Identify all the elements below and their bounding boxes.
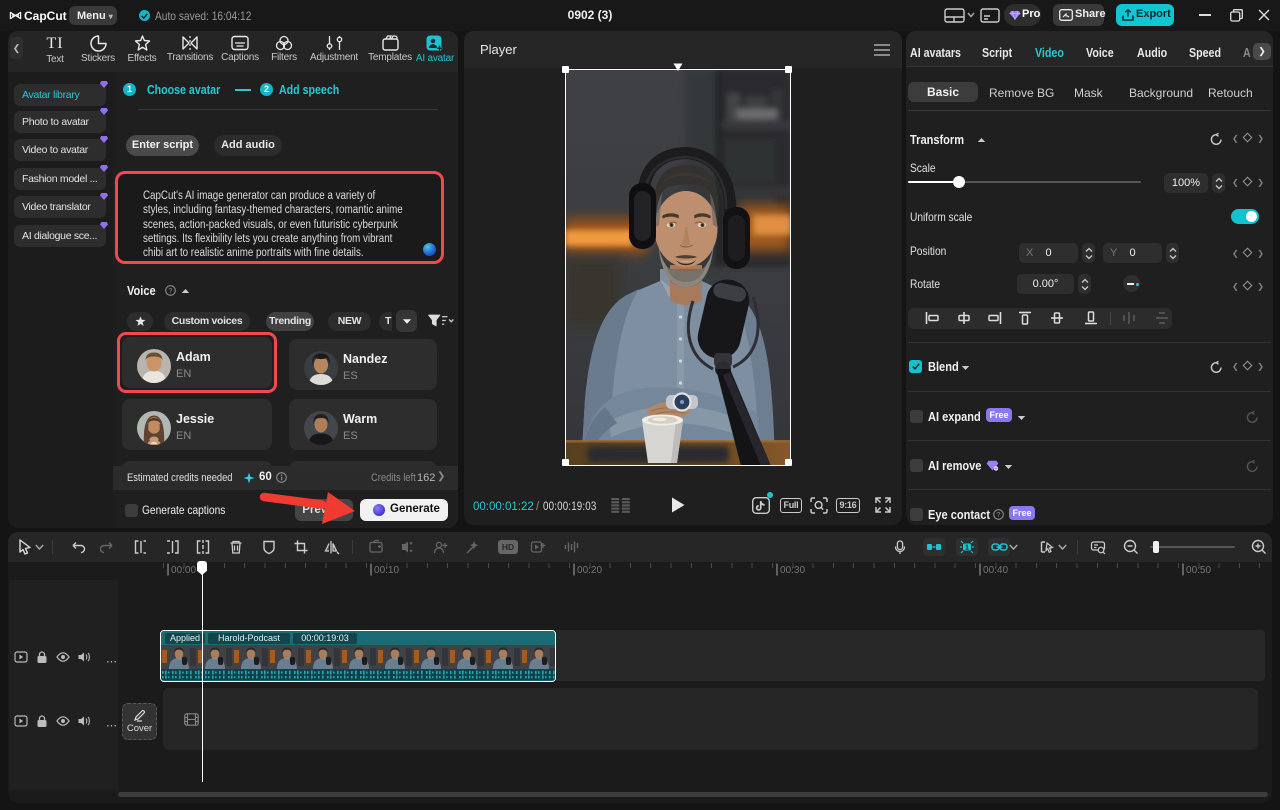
svg-text:?: ? bbox=[169, 288, 173, 295]
svg-text:?: ? bbox=[997, 512, 1001, 519]
svg-text:1: 1 bbox=[965, 545, 969, 552]
